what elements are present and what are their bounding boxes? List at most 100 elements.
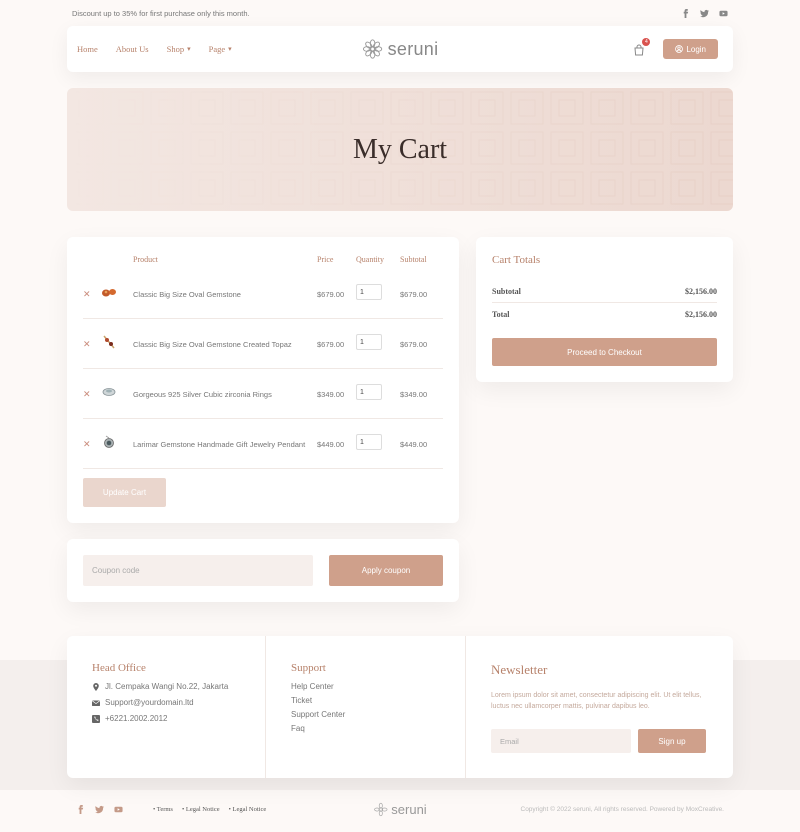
sign-up-button[interactable]: Sign up bbox=[638, 729, 706, 753]
support-link-support-center[interactable]: Support Center bbox=[291, 710, 345, 719]
logo-wordmark: seruni bbox=[387, 38, 439, 59]
update-cart-button[interactable]: Update Cart bbox=[83, 478, 166, 507]
legal-link-label: Legal Notice bbox=[232, 805, 267, 813]
nav-shop-label: Shop bbox=[166, 44, 185, 54]
bottom-bar: • Terms • Legal Notice • Legal Notice se… bbox=[76, 800, 724, 818]
nav-about-us[interactable]: About Us bbox=[116, 44, 149, 54]
promo-text: Discount up to 35% for first purchase on… bbox=[72, 8, 250, 18]
subtotal-row: Subtotal $2,156.00 bbox=[492, 280, 717, 303]
cart-totals: Cart Totals Subtotal $2,156.00 Total $2,… bbox=[476, 237, 733, 382]
phone-line: +6221.2002.2012 bbox=[92, 714, 168, 723]
email-text[interactable]: Support@yourdomain.ltd bbox=[105, 698, 194, 707]
twitter-icon[interactable] bbox=[700, 9, 709, 18]
col-header-product: Product bbox=[133, 255, 158, 264]
proceed-to-checkout-button[interactable]: Proceed to Checkout bbox=[492, 338, 717, 366]
flower-logo-icon bbox=[362, 39, 383, 59]
quantity-input[interactable] bbox=[356, 434, 382, 450]
legal-link-terms[interactable]: • Terms bbox=[153, 806, 173, 813]
product-subtotal: $679.00 bbox=[400, 340, 428, 349]
legal-link-label: Legal Notice bbox=[185, 805, 220, 813]
coupon-section: Coupon code Apply coupon bbox=[67, 539, 459, 602]
bottom-socials bbox=[76, 804, 123, 814]
product-price: $679.00 bbox=[317, 340, 345, 349]
facebook-icon[interactable] bbox=[76, 804, 85, 814]
logo-wordmark: seruni bbox=[391, 801, 427, 817]
phone-text: +6221.2002.2012 bbox=[105, 714, 168, 723]
nav-home[interactable]: Home bbox=[77, 44, 98, 54]
col-header-subtotal: Subtotal bbox=[400, 255, 427, 264]
footer-support: Support Help Center Ticket Support Cente… bbox=[266, 636, 466, 778]
flower-logo-icon bbox=[374, 802, 388, 816]
cart-totals-title: Cart Totals bbox=[492, 254, 541, 266]
remove-item-button[interactable]: ✕ bbox=[83, 339, 91, 350]
main-nav: Home About Us Shop ▾ Page ▾ bbox=[67, 44, 232, 54]
legal-link-legal-notice[interactable]: • Legal Notice bbox=[229, 806, 267, 813]
product-price: $449.00 bbox=[317, 440, 345, 449]
youtube-icon[interactable] bbox=[719, 9, 728, 18]
cart-count-badge: 4 bbox=[642, 38, 651, 46]
legal-link-label: Terms bbox=[156, 805, 173, 813]
product-name[interactable]: Classic Big Size Oval Gemstone Created T… bbox=[133, 340, 292, 349]
quantity-input[interactable] bbox=[356, 334, 382, 350]
twitter-icon[interactable] bbox=[95, 805, 104, 814]
shopping-bag-icon bbox=[634, 44, 644, 56]
cart-row: ✕ Larimar Gemstone Handmade Gift Jewelry… bbox=[83, 419, 443, 469]
apply-coupon-button[interactable]: Apply coupon bbox=[329, 555, 443, 586]
product-price: $679.00 bbox=[317, 290, 345, 299]
copyright-text: Copyright © 2022 seruni, All rights rese… bbox=[520, 805, 725, 813]
newsletter-text: Lorem ipsum dolor sit amet, consectetur … bbox=[491, 692, 702, 710]
product-name[interactable]: Gorgeous 925 Silver Cubic zirconia Rings bbox=[133, 390, 272, 399]
product-name[interactable]: Classic Big Size Oval Gemstone bbox=[133, 290, 241, 299]
cart-row: ✕ Classic Big Size Oval Gemstone Created… bbox=[83, 319, 443, 369]
nav-home-label: Home bbox=[77, 44, 98, 54]
footer-head-office: Head Office Jl. Cempaka Wangi No.22, Jak… bbox=[67, 636, 266, 778]
subtotal-label: Subtotal bbox=[492, 286, 521, 296]
user-circle-icon bbox=[675, 45, 684, 53]
newsletter-email-input[interactable]: Email bbox=[491, 729, 631, 753]
nav-shop[interactable]: Shop ▾ bbox=[167, 44, 191, 54]
top-bar: Discount up to 35% for first purchase on… bbox=[72, 6, 728, 20]
support-link-ticket[interactable]: Ticket bbox=[291, 696, 312, 705]
page-hero: My Cart bbox=[67, 88, 733, 211]
remove-item-button[interactable]: ✕ bbox=[83, 289, 91, 300]
site-logo[interactable]: seruni bbox=[362, 38, 439, 60]
legal-link-legal-notice[interactable]: • Legal Notice bbox=[182, 806, 220, 813]
email-line: Support@yourdomain.ltd bbox=[92, 698, 194, 707]
support-link-help-center[interactable]: Help Center bbox=[291, 682, 334, 691]
cart-table: Product Price Quantity Subtotal ✕ Classi… bbox=[67, 237, 459, 523]
nav-page[interactable]: Page ▾ bbox=[209, 44, 232, 54]
top-socials bbox=[681, 8, 728, 18]
envelope-icon bbox=[92, 700, 100, 706]
product-subtotal: $449.00 bbox=[400, 440, 428, 449]
total-row: Total $2,156.00 bbox=[492, 303, 717, 326]
cart-row: ✕ Classic Big Size Oval Gemstone $679.00… bbox=[83, 269, 443, 319]
product-thumbnail[interactable] bbox=[100, 385, 118, 399]
support-link-faq[interactable]: Faq bbox=[291, 724, 305, 733]
quantity-input[interactable] bbox=[356, 284, 382, 300]
footer-newsletter: Newsletter Lorem ipsum dolor sit amet, c… bbox=[466, 636, 733, 778]
remove-item-button[interactable]: ✕ bbox=[83, 389, 91, 400]
facebook-icon[interactable] bbox=[681, 8, 690, 18]
cart-button[interactable]: 4 bbox=[633, 38, 651, 56]
product-price: $349.00 bbox=[317, 390, 345, 399]
login-label: Login bbox=[686, 44, 706, 54]
quantity-input[interactable] bbox=[356, 384, 382, 400]
total-label: Total bbox=[492, 310, 510, 319]
coupon-input[interactable]: Coupon code bbox=[83, 555, 313, 586]
product-thumbnail[interactable] bbox=[100, 335, 118, 349]
subtotal-value: $2,156.00 bbox=[685, 286, 717, 296]
login-button[interactable]: Login bbox=[663, 39, 718, 59]
support-title: Support bbox=[291, 662, 326, 674]
remove-item-button[interactable]: ✕ bbox=[83, 439, 91, 450]
youtube-icon[interactable] bbox=[114, 805, 123, 814]
footer: Head Office Jl. Cempaka Wangi No.22, Jak… bbox=[67, 636, 733, 778]
product-subtotal: $349.00 bbox=[400, 390, 428, 399]
chevron-down-icon: ▾ bbox=[187, 46, 191, 53]
product-thumbnail[interactable] bbox=[100, 285, 118, 299]
product-subtotal: $679.00 bbox=[400, 290, 428, 299]
product-name[interactable]: Larimar Gemstone Handmade Gift Jewelry P… bbox=[133, 440, 305, 449]
product-thumbnail[interactable] bbox=[100, 435, 118, 449]
nav-page-label: Page bbox=[208, 44, 226, 54]
footer-logo[interactable]: seruni bbox=[373, 801, 427, 817]
head-office-title: Head Office bbox=[92, 662, 146, 674]
